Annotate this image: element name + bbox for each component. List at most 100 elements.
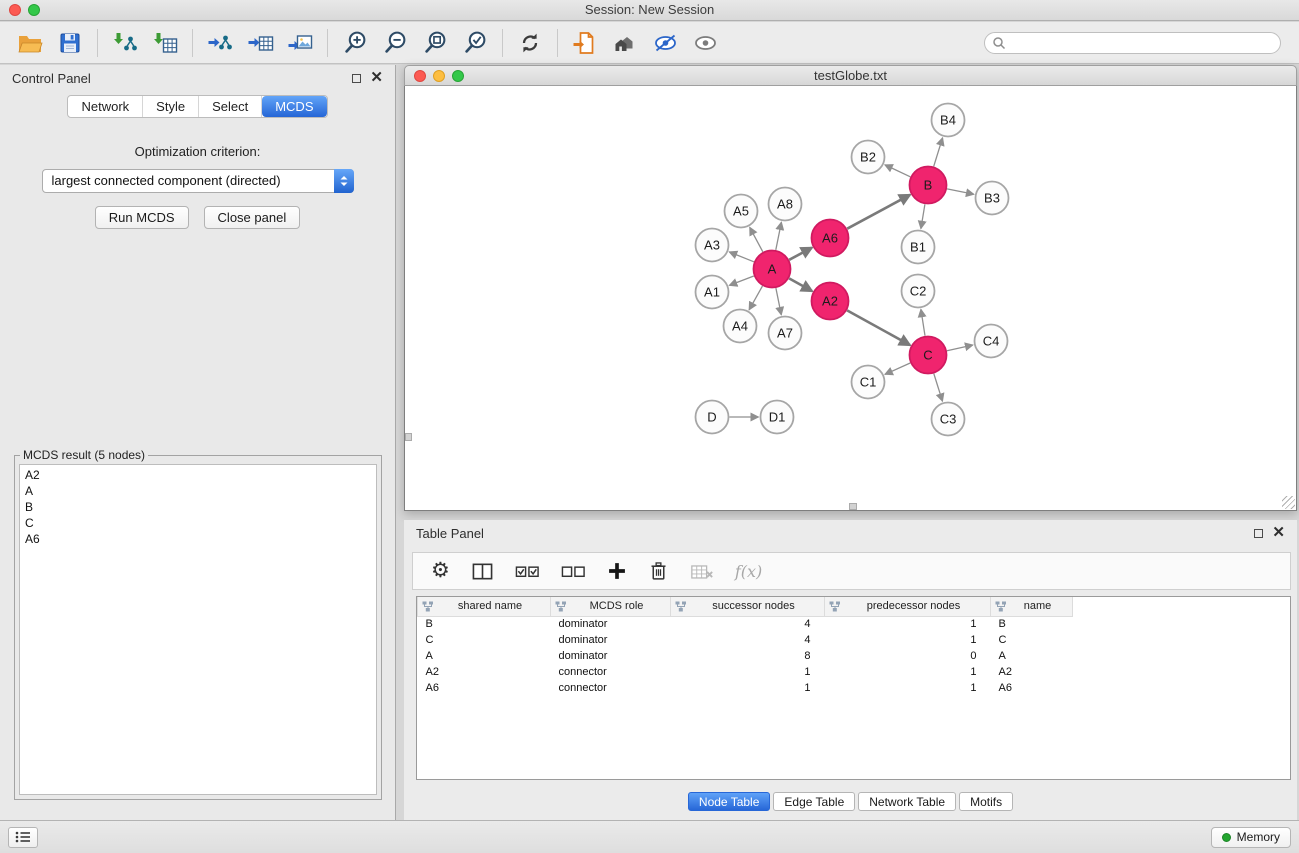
- table-tab-edge-table[interactable]: Edge Table: [773, 792, 855, 811]
- close-mcds-panel-button[interactable]: Close panel: [204, 206, 301, 229]
- import-table-button[interactable]: [145, 26, 185, 60]
- graph-node-B2[interactable]: B2: [852, 141, 885, 174]
- control-tab-select[interactable]: Select: [199, 96, 262, 117]
- save-session-button[interactable]: [50, 26, 90, 60]
- table-cell[interactable]: dominator: [551, 616, 671, 632]
- graph-node-C[interactable]: C: [910, 337, 947, 374]
- vertical-scroll-nub[interactable]: [405, 433, 412, 441]
- graph-node-A2[interactable]: A2: [812, 283, 849, 320]
- hide-panels-button[interactable]: [685, 26, 725, 60]
- table-cell[interactable]: dominator: [551, 648, 671, 664]
- memory-button[interactable]: Memory: [1211, 827, 1291, 848]
- horizontal-scroll-nub[interactable]: [849, 503, 857, 510]
- table-tab-motifs[interactable]: Motifs: [959, 792, 1013, 811]
- network-canvas[interactable]: B4B2BB3B1A5A8A6A3AA1A2C2A4A7C4CC1C3DD1: [404, 86, 1297, 511]
- show-columns-button[interactable]: [471, 557, 494, 585]
- graph-node-C4[interactable]: C4: [975, 325, 1008, 358]
- mcds-result-item[interactable]: A2: [20, 467, 376, 483]
- column-header-shared-name[interactable]: shared name: [418, 597, 551, 616]
- table-row[interactable]: Bdominator41B: [418, 616, 1291, 632]
- graph-edge-B-B4[interactable]: [934, 138, 943, 167]
- table-cell[interactable]: A2: [418, 664, 551, 680]
- graph-edge-A-A5[interactable]: [750, 227, 763, 252]
- table-row[interactable]: Cdominator41C: [418, 632, 1291, 648]
- graph-node-A8[interactable]: A8: [769, 188, 802, 221]
- graph-node-A5[interactable]: A5: [725, 195, 758, 228]
- delete-column-button[interactable]: [648, 557, 669, 585]
- zoom-fit-button[interactable]: [415, 26, 455, 60]
- graph-edge-B-B3[interactable]: [947, 189, 974, 194]
- table-cell[interactable]: 1: [671, 680, 825, 696]
- open-session-button[interactable]: [565, 26, 605, 60]
- column-header-successor-nodes[interactable]: successor nodes: [671, 597, 825, 616]
- mcds-result-item[interactable]: A6: [20, 531, 376, 547]
- graph-node-D1[interactable]: D1: [761, 401, 794, 434]
- table-cell[interactable]: C: [418, 632, 551, 648]
- table-cell[interactable]: connector: [551, 680, 671, 696]
- graph-node-B3[interactable]: B3: [976, 182, 1009, 215]
- network-graph[interactable]: B4B2BB3B1A5A8A6A3AA1A2C2A4A7C4CC1C3DD1: [405, 86, 1296, 510]
- network-close-button[interactable]: [414, 70, 426, 82]
- table-tab-network-table[interactable]: Network Table: [858, 792, 956, 811]
- graph-node-A6[interactable]: A6: [812, 220, 849, 257]
- table-tab-node-table[interactable]: Node Table: [688, 792, 771, 811]
- table-settings-button[interactable]: ⚙: [431, 557, 450, 585]
- table-cell[interactable]: 4: [671, 632, 825, 648]
- graph-edge-A-A8[interactable]: [776, 222, 782, 250]
- table-row[interactable]: A2connector11A2: [418, 664, 1291, 680]
- control-tab-style[interactable]: Style: [143, 96, 199, 117]
- graph-node-C1[interactable]: C1: [852, 366, 885, 399]
- network-minimize-button[interactable]: [433, 70, 445, 82]
- graphics-details-button[interactable]: [645, 26, 685, 60]
- graph-node-A7[interactable]: A7: [769, 317, 802, 350]
- graph-node-A[interactable]: A: [754, 251, 791, 288]
- table-cell[interactable]: A6: [991, 680, 1073, 696]
- table-cell[interactable]: 1: [825, 632, 991, 648]
- table-cell[interactable]: 4: [671, 616, 825, 632]
- graph-edge-A-A1[interactable]: [729, 276, 754, 285]
- graph-node-B[interactable]: B: [910, 167, 947, 204]
- graph-edge-C-C4[interactable]: [947, 345, 973, 351]
- float-table-panel-icon[interactable]: [1254, 529, 1263, 538]
- network-window-titlebar[interactable]: testGlobe.txt: [404, 65, 1297, 86]
- close-window-button[interactable]: [9, 4, 21, 16]
- column-header-name[interactable]: name: [991, 597, 1073, 616]
- close-panel-icon[interactable]: ✕: [370, 72, 383, 84]
- network-overview-button[interactable]: [605, 26, 645, 60]
- zoom-out-button[interactable]: [375, 26, 415, 60]
- graph-node-B4[interactable]: B4: [932, 104, 965, 137]
- table-cell[interactable]: connector: [551, 664, 671, 680]
- zoom-in-button[interactable]: [335, 26, 375, 60]
- graph-node-C2[interactable]: C2: [902, 275, 935, 308]
- export-image-button[interactable]: [280, 26, 320, 60]
- graph-edge-C-C3[interactable]: [934, 374, 943, 402]
- export-table-button[interactable]: [240, 26, 280, 60]
- graph-edge-A-A4[interactable]: [749, 286, 762, 310]
- table-cell[interactable]: dominator: [551, 632, 671, 648]
- graph-node-C3[interactable]: C3: [932, 403, 965, 436]
- select-all-button[interactable]: [515, 557, 540, 585]
- column-header-MCDS-role[interactable]: MCDS role: [551, 597, 671, 616]
- optimization-dropdown[interactable]: largest connected component (directed): [42, 169, 354, 193]
- graph-node-A4[interactable]: A4: [724, 310, 757, 343]
- graph-edge-A-A3[interactable]: [729, 252, 754, 262]
- graph-node-B1[interactable]: B1: [902, 231, 935, 264]
- graph-node-A1[interactable]: A1: [696, 276, 729, 309]
- table-cell[interactable]: A: [418, 648, 551, 664]
- control-tab-network[interactable]: Network: [68, 96, 143, 117]
- graph-edge-C-C1[interactable]: [885, 363, 910, 374]
- refresh-layout-button[interactable]: [510, 26, 550, 60]
- create-column-button[interactable]: [607, 557, 627, 585]
- mcds-result-item[interactable]: B: [20, 499, 376, 515]
- run-mcds-button[interactable]: Run MCDS: [95, 206, 189, 229]
- close-table-panel-icon[interactable]: ✕: [1272, 527, 1285, 539]
- table-cell[interactable]: 0: [825, 648, 991, 664]
- table-cell[interactable]: 1: [825, 680, 991, 696]
- graph-edge-A-A2[interactable]: [789, 278, 812, 291]
- search-input[interactable]: [984, 32, 1281, 54]
- graph-edge-A-A6[interactable]: [789, 248, 812, 260]
- table-cell[interactable]: A: [991, 648, 1073, 664]
- show-hidden-panels-button[interactable]: [8, 827, 38, 848]
- graph-edge-A6-B[interactable]: [847, 195, 910, 229]
- table-cell[interactable]: 8: [671, 648, 825, 664]
